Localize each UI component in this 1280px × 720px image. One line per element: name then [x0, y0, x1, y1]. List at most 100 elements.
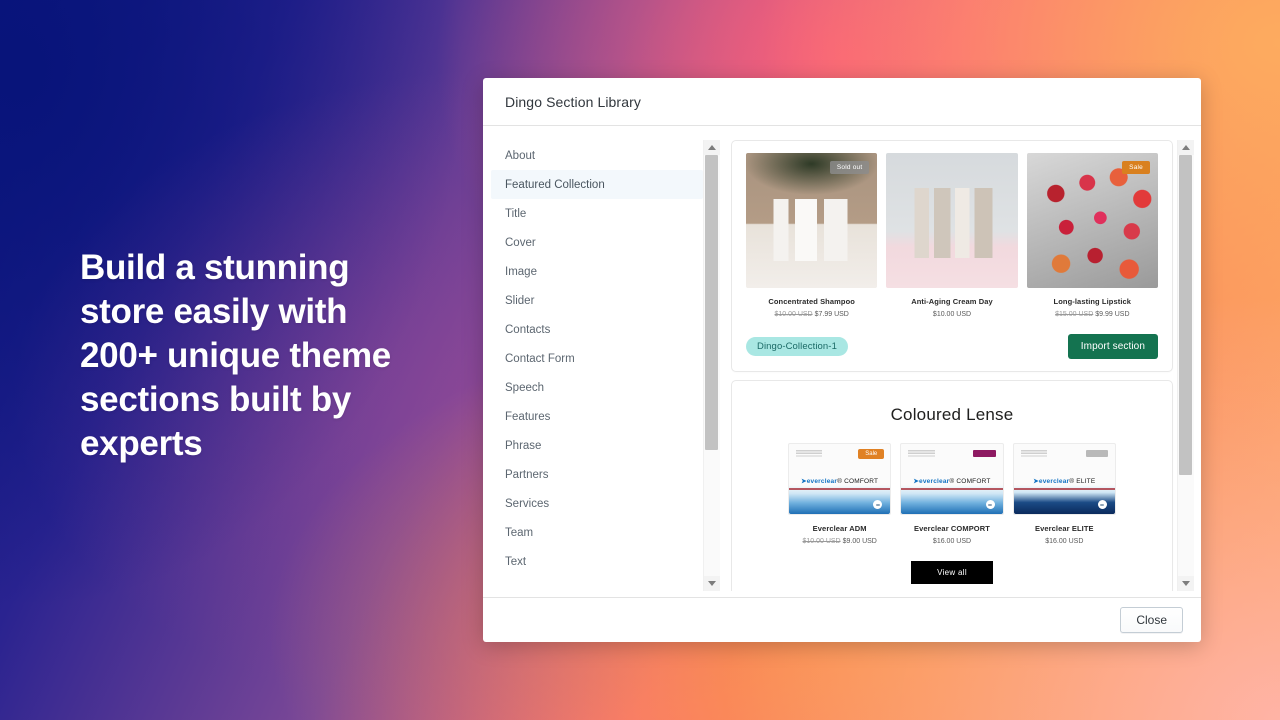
product-image: Sale	[1026, 153, 1158, 288]
modal-body: About Featured Collection Title Cover Image S…	[483, 126, 1201, 597]
product-image: ➤everclear® ELITE	[1012, 443, 1116, 515]
product-name: Long-lasting Lipstick	[1053, 297, 1132, 306]
sidebar-item-contacts[interactable]: Contacts	[491, 315, 703, 344]
product-image	[886, 153, 1018, 288]
content-scroll-up-icon[interactable]	[1177, 140, 1194, 155]
product-badge: Sale	[858, 448, 885, 459]
product-price-current: $9.00 USD	[842, 538, 877, 545]
product-name: Anti-Aging Cream Day	[911, 297, 993, 306]
content-scroll-down-icon[interactable]	[1177, 576, 1194, 591]
lens-red-line	[901, 488, 1003, 491]
sidebar-scrollbar[interactable]	[703, 140, 720, 591]
sidebar-item-image[interactable]: Image	[491, 257, 703, 286]
promo-headline: Build a stunning store easily with 200+ …	[80, 248, 391, 463]
sidebar-item-label: Image	[505, 265, 537, 278]
sidebar-item-team[interactable]: Team	[491, 518, 703, 547]
product-name: Everclear ADM	[812, 524, 867, 533]
lens-brand-label: ➤everclear® COMFORT	[913, 477, 991, 485]
import-section-button[interactable]: Import section	[1067, 334, 1158, 359]
section-card-footer: Dingo-Collection-1 Import section	[746, 334, 1158, 359]
product-price-original: $10.00 USD	[802, 538, 841, 545]
lens-brand-label: ➤everclear® ELITE	[1033, 477, 1096, 485]
lens-red-line	[1013, 488, 1115, 491]
close-button[interactable]: Close	[1120, 607, 1183, 633]
section-heading: Coloured Lense	[890, 405, 1014, 424]
product-price-current: $16.00 USD	[932, 538, 972, 545]
product-card: Sold out Concentrated Shampoo $10.00 USD $7…	[746, 153, 878, 318]
product-price-current: $10.00 USD	[932, 311, 972, 318]
sidebar-item-label: Features	[505, 410, 551, 423]
sidebar-item-featured-collection[interactable]: Featured Collection	[491, 170, 703, 199]
sidebar-item-partners[interactable]: Partners	[491, 460, 703, 489]
sidebar-item-label: Text	[505, 555, 527, 568]
section-preview-card: Sold out Concentrated Shampoo $10.00 USD $7…	[731, 140, 1173, 372]
lens-chip-icon	[1085, 449, 1108, 458]
sidebar-item-phrase[interactable]: Phrase	[491, 431, 703, 460]
content-scroll-thumb[interactable]	[1178, 155, 1192, 475]
lens-dot-icon	[985, 500, 995, 510]
lens-text-lines-icon	[1020, 450, 1048, 458]
product-name: Concentrated Shampoo	[768, 297, 855, 306]
sidebar-item-speech[interactable]: Speech	[491, 373, 703, 402]
sidebar-item-label: Contact Form	[505, 352, 575, 365]
product-price-current: $16.00 USD	[1045, 538, 1084, 545]
product-price: $10.00 USD $9.00 USD	[788, 538, 891, 545]
collection-tag[interactable]: Dingo-Collection-1	[746, 337, 848, 356]
modal-header: Dingo Section Library	[483, 78, 1201, 126]
lens-text-lines-icon	[796, 450, 823, 458]
view-all-button[interactable]: View all	[911, 561, 993, 584]
sidebar-scroll-thumb[interactable]	[704, 155, 718, 450]
product-card: Sale Long-lasting Lipstick $15.00 USD $9.99…	[1026, 153, 1158, 318]
product-price: $16.00 USD	[900, 538, 1003, 545]
product-price: $10.00 USD	[886, 311, 1017, 318]
sidebar-item-label: Title	[505, 207, 527, 220]
sidebar-scroll-down-icon[interactable]	[703, 576, 720, 591]
lens-text-lines-icon	[908, 450, 935, 458]
sidebar-item-label: About	[505, 149, 536, 162]
sidebar-item-label: Speech	[505, 381, 545, 394]
product-grid: Sold out Concentrated Shampoo $10.00 USD $7…	[746, 153, 1158, 318]
section-preview-card: Coloured Lense ➤everclear® COMFORT Sale Eve…	[731, 380, 1173, 591]
product-badge: Sold out	[829, 161, 870, 174]
sidebar-item-label: Partners	[505, 468, 549, 481]
sidebar-item-label: Contacts	[505, 323, 551, 336]
product-name: Everclear COMPORT	[914, 524, 990, 533]
product-price-original: $10.00 USD	[774, 311, 813, 318]
sidebar-item-about[interactable]: About	[491, 141, 703, 170]
sidebar-scroll-up-icon[interactable]	[703, 140, 720, 155]
lens-brand-label: ➤everclear® COMFORT	[801, 477, 879, 485]
sidebar-scroll-track[interactable]	[703, 155, 720, 576]
product-card: Anti-Aging Cream Day $10.00 USD	[886, 153, 1018, 318]
sidebar-item-services[interactable]: Services	[491, 489, 703, 518]
section-preview-list: Sold out Concentrated Shampoo $10.00 USD $7…	[731, 140, 1177, 591]
sidebar-item-label: Cover	[505, 236, 536, 249]
section-library-modal: Dingo Section Library About Featured Coll…	[483, 78, 1201, 642]
content-scroll-track[interactable]	[1177, 155, 1194, 576]
product-price: $16.00 USD	[1013, 538, 1116, 545]
sidebar-item-label: Phrase	[505, 439, 542, 452]
product-price-current: $7.99 USD	[814, 311, 849, 318]
sidebar-item-text[interactable]: Text	[491, 547, 703, 576]
sidebar-item-label: Services	[505, 497, 550, 510]
sidebar-item-label: Slider	[505, 294, 535, 307]
product-price-original: $15.00 USD	[1055, 311, 1094, 318]
modal-title: Dingo Section Library	[505, 93, 641, 110]
sidebar-item-slider[interactable]: Slider	[491, 286, 703, 315]
sidebar-item-label: Featured Collection	[505, 178, 605, 191]
product-price: $15.00 USD $9.99 USD	[1027, 311, 1158, 318]
product-image: Sold out	[746, 153, 878, 288]
sidebar-item-features[interactable]: Features	[491, 402, 703, 431]
sidebar-item-contact-form[interactable]: Contact Form	[491, 344, 703, 373]
sidebar-item-cover[interactable]: Cover	[491, 228, 703, 257]
product-price: $10.00 USD $7.99 USD	[746, 311, 877, 318]
content-scrollbar[interactable]	[1177, 140, 1194, 591]
product-grid: ➤everclear® COMFORT Sale Everclear ADM $10.…	[746, 443, 1158, 545]
sidebar: About Featured Collection Title Cover Image S…	[491, 140, 720, 591]
product-card: ➤everclear® COMFORT Everclear COMPORT $16.…	[900, 443, 1004, 545]
sidebar-item-title[interactable]: Title	[491, 199, 703, 228]
product-price-current: $9.99 USD	[1095, 311, 1130, 318]
modal-footer: Close	[483, 597, 1201, 642]
product-card: ➤everclear® COMFORT Sale Everclear ADM $10.…	[788, 443, 892, 545]
product-image: ➤everclear® COMFORT Sale	[788, 443, 892, 515]
lens-red-line	[789, 488, 891, 491]
